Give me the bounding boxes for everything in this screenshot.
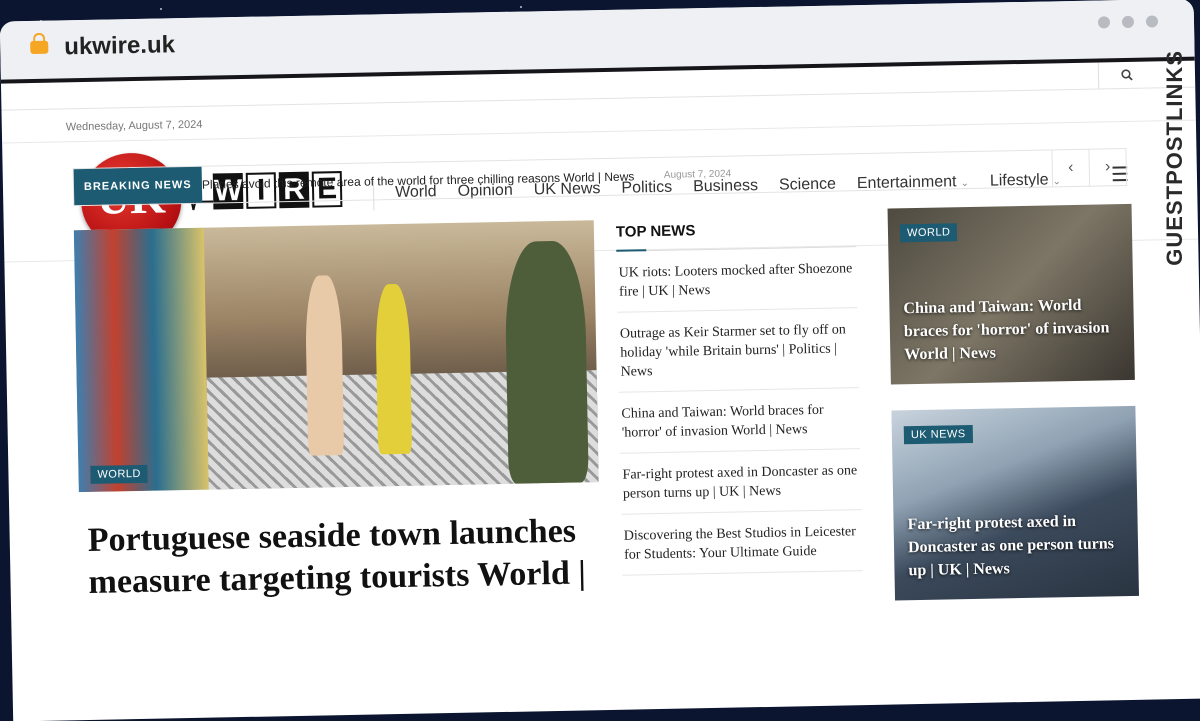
list-item[interactable]: Outrage as Keir Starmer set to fly off o… [617, 308, 859, 393]
list-item[interactable]: Far-right protest axed in Doncaster as o… [620, 449, 862, 515]
window-dot-icon[interactable] [1097, 16, 1111, 29]
url-text[interactable]: ukwire.uk [64, 31, 175, 61]
top-news-section: TOP NEWS UK riots: Looters mocked after … [615, 219, 863, 576]
list-item[interactable]: Discovering the Best Studios in Leiceste… [621, 510, 863, 576]
list-item[interactable]: UK riots: Looters mocked after Shoezone … [616, 247, 858, 313]
news-card[interactable]: UK NEWS Far-right protest axed in Doncas… [891, 405, 1140, 601]
top-news-heading: TOP NEWS [615, 219, 857, 252]
lock-icon [30, 40, 49, 54]
breaking-news-date: August 7, 2024 [663, 168, 732, 181]
category-badge[interactable]: UK NEWS [903, 424, 973, 445]
breaking-news-headline[interactable]: Planes avoid this remote area of the wor… [202, 169, 635, 191]
chevron-right-icon[interactable]: › [1088, 148, 1127, 186]
window-controls [1097, 15, 1159, 29]
ticker-controls: ‹ › [1051, 148, 1127, 187]
category-badge[interactable]: WORLD [90, 464, 149, 484]
hero-image-person [304, 275, 345, 456]
search-icon [1121, 69, 1133, 81]
hero-image-shop [73, 227, 209, 493]
current-date: Wednesday, August 7, 2024 [65, 118, 203, 134]
hero-image-person [504, 240, 589, 484]
breaking-news-label: BREAKING NEWS [73, 166, 203, 206]
chevron-left-icon[interactable]: ‹ [1051, 149, 1090, 187]
search-button[interactable] [1097, 61, 1156, 89]
hero-headline[interactable]: Portuguese seaside town launches measure… [87, 510, 609, 604]
category-badge[interactable]: WORLD [899, 223, 958, 243]
window-dot-icon[interactable] [1121, 15, 1135, 29]
card-headline[interactable]: Far-right protest axed in Doncaster as o… [907, 509, 1124, 582]
hero-image[interactable]: WORLD [73, 220, 599, 493]
window-dot-icon[interactable] [1145, 15, 1159, 28]
list-item[interactable]: China and Taiwan: World braces for 'horr… [619, 388, 861, 454]
news-card[interactable]: WORLD China and Taiwan: World braces for… [887, 203, 1135, 385]
guestpostlinks-banner: GUESTPOSTLINKS [1162, 50, 1200, 360]
card-headline[interactable]: China and Taiwan: World braces for 'horr… [903, 293, 1120, 366]
hero-image-person [374, 283, 413, 455]
browser-window: ukwire.uk Wednesday, August 7, 2024 UK W [0, 0, 1200, 721]
watermark-text: GUESTPOSTLINKS [1162, 50, 1187, 266]
